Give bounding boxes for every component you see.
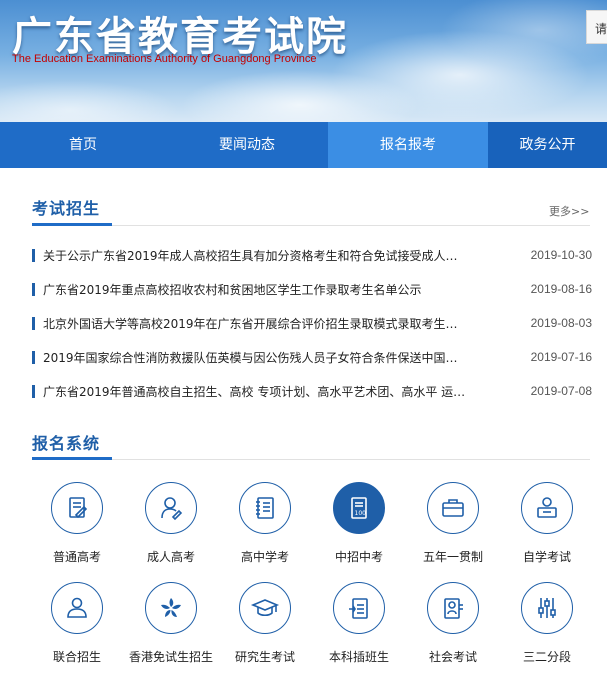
graduation-cap-icon [239,582,291,634]
news-date: 2019-08-03 [530,316,592,330]
transfer-icon [333,582,385,634]
system-item-self-study-exam[interactable]: 自学考试 [500,482,594,565]
news-date: 2019-07-08 [530,384,592,398]
system-item-label: 香港免试生招生 [128,650,213,664]
nav-item-news[interactable]: 要闻动态 [166,122,328,168]
section-title-registration-system: 报名系统 [32,434,101,453]
site-header: 广东省教育考试院 The Education Examinations Auth… [0,0,607,122]
news-bullet [32,384,35,398]
news-title[interactable]: 2019年国家综合性消防救援队伍英模与因公伤残人员子女符合条件保送中国… [43,349,483,366]
system-item-label: 三二分段 [522,650,571,664]
news-title[interactable]: 关于公示广东省2019年成人高校招生具有加分资格考生和符合免试接受成人… [43,247,483,264]
system-item-adult-gaokao[interactable]: 成人高考 [124,482,218,565]
system-item-label: 五年一贯制 [422,550,483,564]
system-item-high-school-test[interactable]: 高中学考 [218,482,312,565]
group-icon [51,582,103,634]
bauhinia-icon [145,582,197,634]
notebook-icon [239,482,291,534]
site-logo-subtitle: The Education Examinations Authority of … [12,53,317,65]
system-item-three-two[interactable]: 三二分段 [500,582,594,665]
nav-item-registration[interactable]: 报名报考 [328,122,488,168]
system-item-zhongkao[interactable]: 100 中招中考 [312,482,406,565]
system-item-label: 中招中考 [334,550,383,564]
section-title-underline [32,457,112,460]
system-item-joint-enrollment[interactable]: 联合招生 [30,582,124,665]
header-cloud [0,80,180,122]
system-item-general-gaokao[interactable]: 普通高考 [30,482,124,565]
news-bullet [32,282,35,296]
system-item-graduate-exam[interactable]: 研究生考试 [218,582,312,665]
briefcase-icon [427,482,479,534]
news-item[interactable]: 广东省2019年普通高校自主招生、高校 专项计划、高水平艺术团、高水平 运… 2… [32,374,592,408]
news-item[interactable]: 2019年国家综合性消防救援队伍英模与因公伤残人员子女符合条件保送中国… 201… [32,340,592,374]
system-item-label: 自学考试 [522,550,571,564]
news-item[interactable]: 关于公示广东省2019年成人高校招生具有加分资格考生和符合免试接受成人… 201… [32,238,592,272]
certificate-icon [427,582,479,634]
news-title[interactable]: 广东省2019年重点高校招收农村和贫困地区学生工作录取考生名单公示 [43,281,483,298]
score-sheet-icon: 100 [333,482,385,534]
system-item-undergraduate-transfer[interactable]: 本科插班生 [312,582,406,665]
system-item-social-exam[interactable]: 社会考试 [406,582,500,665]
news-title[interactable]: 北京外国语大学等高校2019年在广东省开展综合评价招生录取模式录取考生… [43,315,483,332]
nav-item-home[interactable]: 首页 [0,122,166,168]
login-button[interactable]: 请 [586,10,607,44]
system-item-label: 普通高考 [52,550,101,564]
section-title-exam: 考试招生 [32,199,101,218]
system-item-label: 本科插班生 [328,650,389,664]
self-study-icon [521,482,573,534]
news-bullet [32,248,35,262]
news-item[interactable]: 北京外国语大学等高校2019年在广东省开展综合评价招生录取模式录取考生… 201… [32,306,592,340]
news-date: 2019-10-30 [530,248,592,262]
news-bullet [32,350,35,364]
section-divider [32,459,590,460]
sliders-icon [521,582,573,634]
news-item[interactable]: 广东省2019年重点高校招收农村和贫困地区学生工作录取考生名单公示 2019-0… [32,272,592,306]
system-item-label: 高中学考 [240,550,289,564]
svg-text:100: 100 [355,510,367,517]
news-bullet [32,316,35,330]
news-title[interactable]: 广东省2019年普通高校自主招生、高校 专项计划、高水平艺术团、高水平 运… [43,383,483,400]
news-date: 2019-07-16 [530,350,592,364]
news-date: 2019-08-16 [530,282,592,296]
adult-learner-icon [145,482,197,534]
system-item-five-year[interactable]: 五年一贯制 [406,482,500,565]
main-nav: 首页 要闻动态 报名报考 政务公开 [0,122,607,168]
news-list: 关于公示广东省2019年成人高校招生具有加分资格考生和符合免试接受成人… 201… [32,238,592,408]
system-item-label: 研究生考试 [234,650,295,664]
section-divider [32,225,590,226]
system-item-hongkong-exempt[interactable]: 香港免试生招生 [124,582,218,665]
system-item-label: 联合招生 [52,650,101,664]
exam-paper-icon [51,482,103,534]
more-link[interactable]: 更多>> [549,203,589,219]
system-item-label: 社会考试 [428,650,477,664]
nav-item-government-affairs[interactable]: 政务公开 [488,122,607,168]
system-item-label: 成人高考 [146,550,195,564]
section-title-underline [32,223,112,226]
